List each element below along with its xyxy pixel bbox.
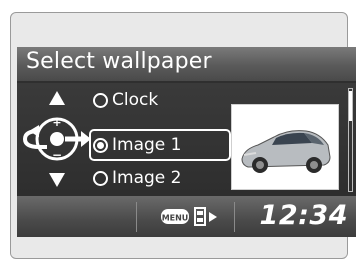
clock-display: 12:34 (259, 200, 348, 231)
menu-label: MENU (162, 214, 189, 223)
option-image-1-label: Image 1 (112, 135, 182, 155)
wallpaper-preview (231, 104, 339, 190)
svg-text:−: − (52, 148, 62, 162)
option-clock-label: Clock (112, 90, 159, 110)
display-screen: Select wallpaper + − Clock Image 1 Image… (17, 47, 356, 237)
radio-image-2[interactable] (93, 170, 108, 186)
title-bar: Select wallpaper (17, 47, 356, 83)
menu-button[interactable]: MENU (160, 206, 240, 228)
scrollbar-thumb[interactable] (349, 91, 352, 121)
divider-1 (136, 202, 137, 232)
scrollbar[interactable] (348, 88, 353, 192)
svg-text:+: + (52, 116, 61, 129)
bottom-bar: MENU 12:34 (17, 196, 356, 237)
screen-title: Select wallpaper (26, 49, 212, 74)
radio-image-1[interactable] (93, 137, 108, 153)
car-image (241, 130, 331, 173)
divider-2 (234, 202, 235, 232)
radio-clock[interactable] (93, 92, 108, 108)
option-image-1[interactable]: Image 1 (93, 132, 181, 158)
option-image-2[interactable]: Image 2 (93, 165, 181, 191)
option-image-2-label: Image 2 (112, 168, 182, 188)
interface-dial-icon: + − (22, 91, 91, 187)
option-clock[interactable]: Clock (93, 87, 158, 113)
